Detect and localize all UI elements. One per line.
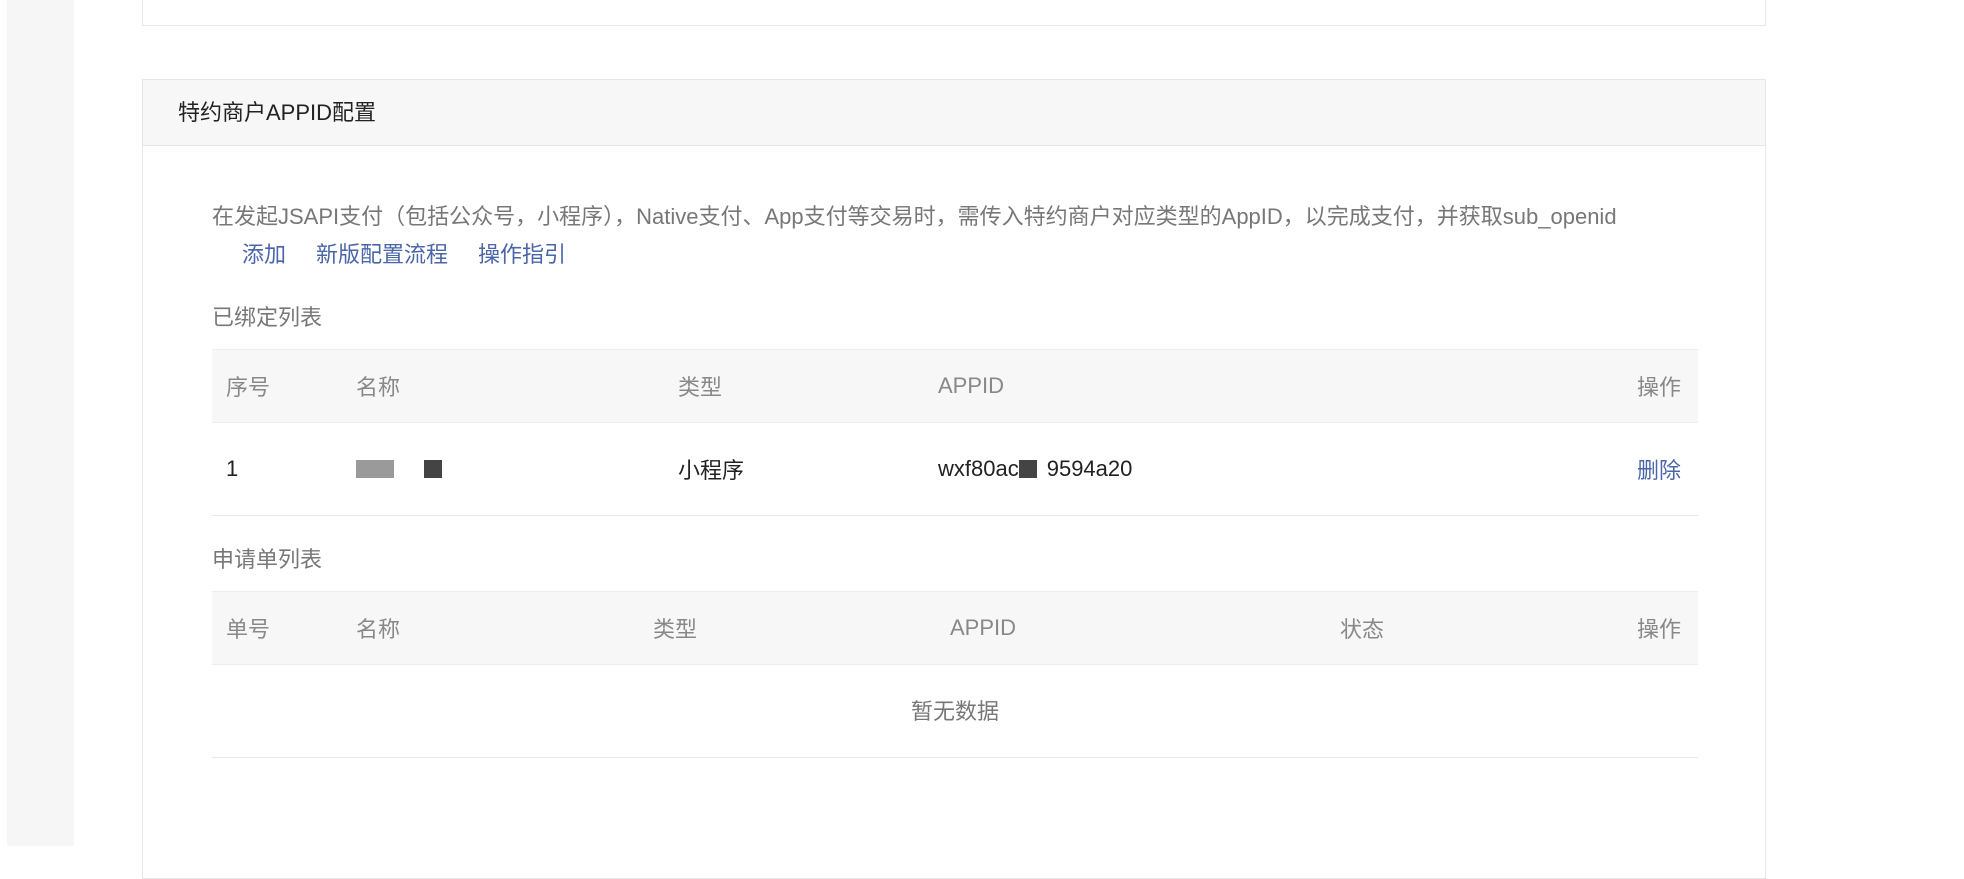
col-appid: APPID (938, 373, 1005, 398)
appid-config-panel: 特约商户APPID配置 在发起JSAPI支付（包括公众号，小程序），Native… (142, 79, 1766, 879)
left-rail (7, 0, 74, 846)
previous-panel-bottom (142, 0, 1766, 26)
appid-suffix: 9594a20 (1046, 456, 1133, 481)
guide-link[interactable]: 操作指引 (478, 242, 566, 267)
add-link[interactable]: 添加 (242, 242, 286, 267)
redacted-appid-block (1018, 460, 1037, 478)
bound-table: 序号 名称 类型 APPID 操作 1 小程序 wxf80ac 9594a20 删 (212, 349, 1698, 516)
col-index: 序号 (226, 375, 271, 400)
empty-state: 暂无数据 (212, 665, 1698, 758)
panel-body: 在发起JSAPI支付（包括公众号，小程序），Native支付、App支付等交易时… (143, 198, 1765, 758)
delete-button[interactable]: 删除 (1637, 458, 1681, 483)
redacted-name-block (356, 460, 394, 478)
application-table: 单号 名称 类型 APPID 状态 操作 暂无数据 (212, 591, 1698, 758)
appid-prefix: wxf80ac (938, 456, 1019, 481)
col-type: 类型 (653, 617, 698, 642)
col-order-no: 单号 (226, 617, 271, 642)
col-name: 名称 (356, 375, 401, 400)
panel-title: 特约商户APPID配置 (143, 80, 1765, 146)
application-table-header: 单号 名称 类型 APPID 状态 操作 (212, 591, 1698, 665)
row-index: 1 (226, 456, 239, 481)
application-list-title: 申请单列表 (212, 547, 323, 572)
row-appid: wxf80ac 9594a20 (924, 456, 1424, 482)
col-type: 类型 (678, 375, 723, 400)
row-name (342, 456, 664, 482)
row-type: 小程序 (678, 458, 745, 483)
redacted-name-block (424, 460, 443, 478)
col-status: 状态 (1340, 617, 1385, 642)
col-name: 名称 (356, 617, 401, 642)
col-action: 操作 (1636, 375, 1681, 400)
description: 在发起JSAPI支付（包括公众号，小程序），Native支付、App支付等交易时… (212, 198, 1632, 274)
new-flow-link[interactable]: 新版配置流程 (316, 242, 448, 267)
table-row: 1 小程序 wxf80ac 9594a20 删除 (212, 423, 1698, 516)
row-action: 删除 (1424, 453, 1698, 485)
description-text: 在发起JSAPI支付（包括公众号，小程序），Native支付、App支付等交易时… (212, 204, 1617, 229)
col-appid: APPID (950, 615, 1017, 640)
bound-table-header: 序号 名称 类型 APPID 操作 (212, 349, 1698, 423)
bound-list-title: 已绑定列表 (212, 305, 323, 330)
col-action: 操作 (1636, 617, 1681, 642)
